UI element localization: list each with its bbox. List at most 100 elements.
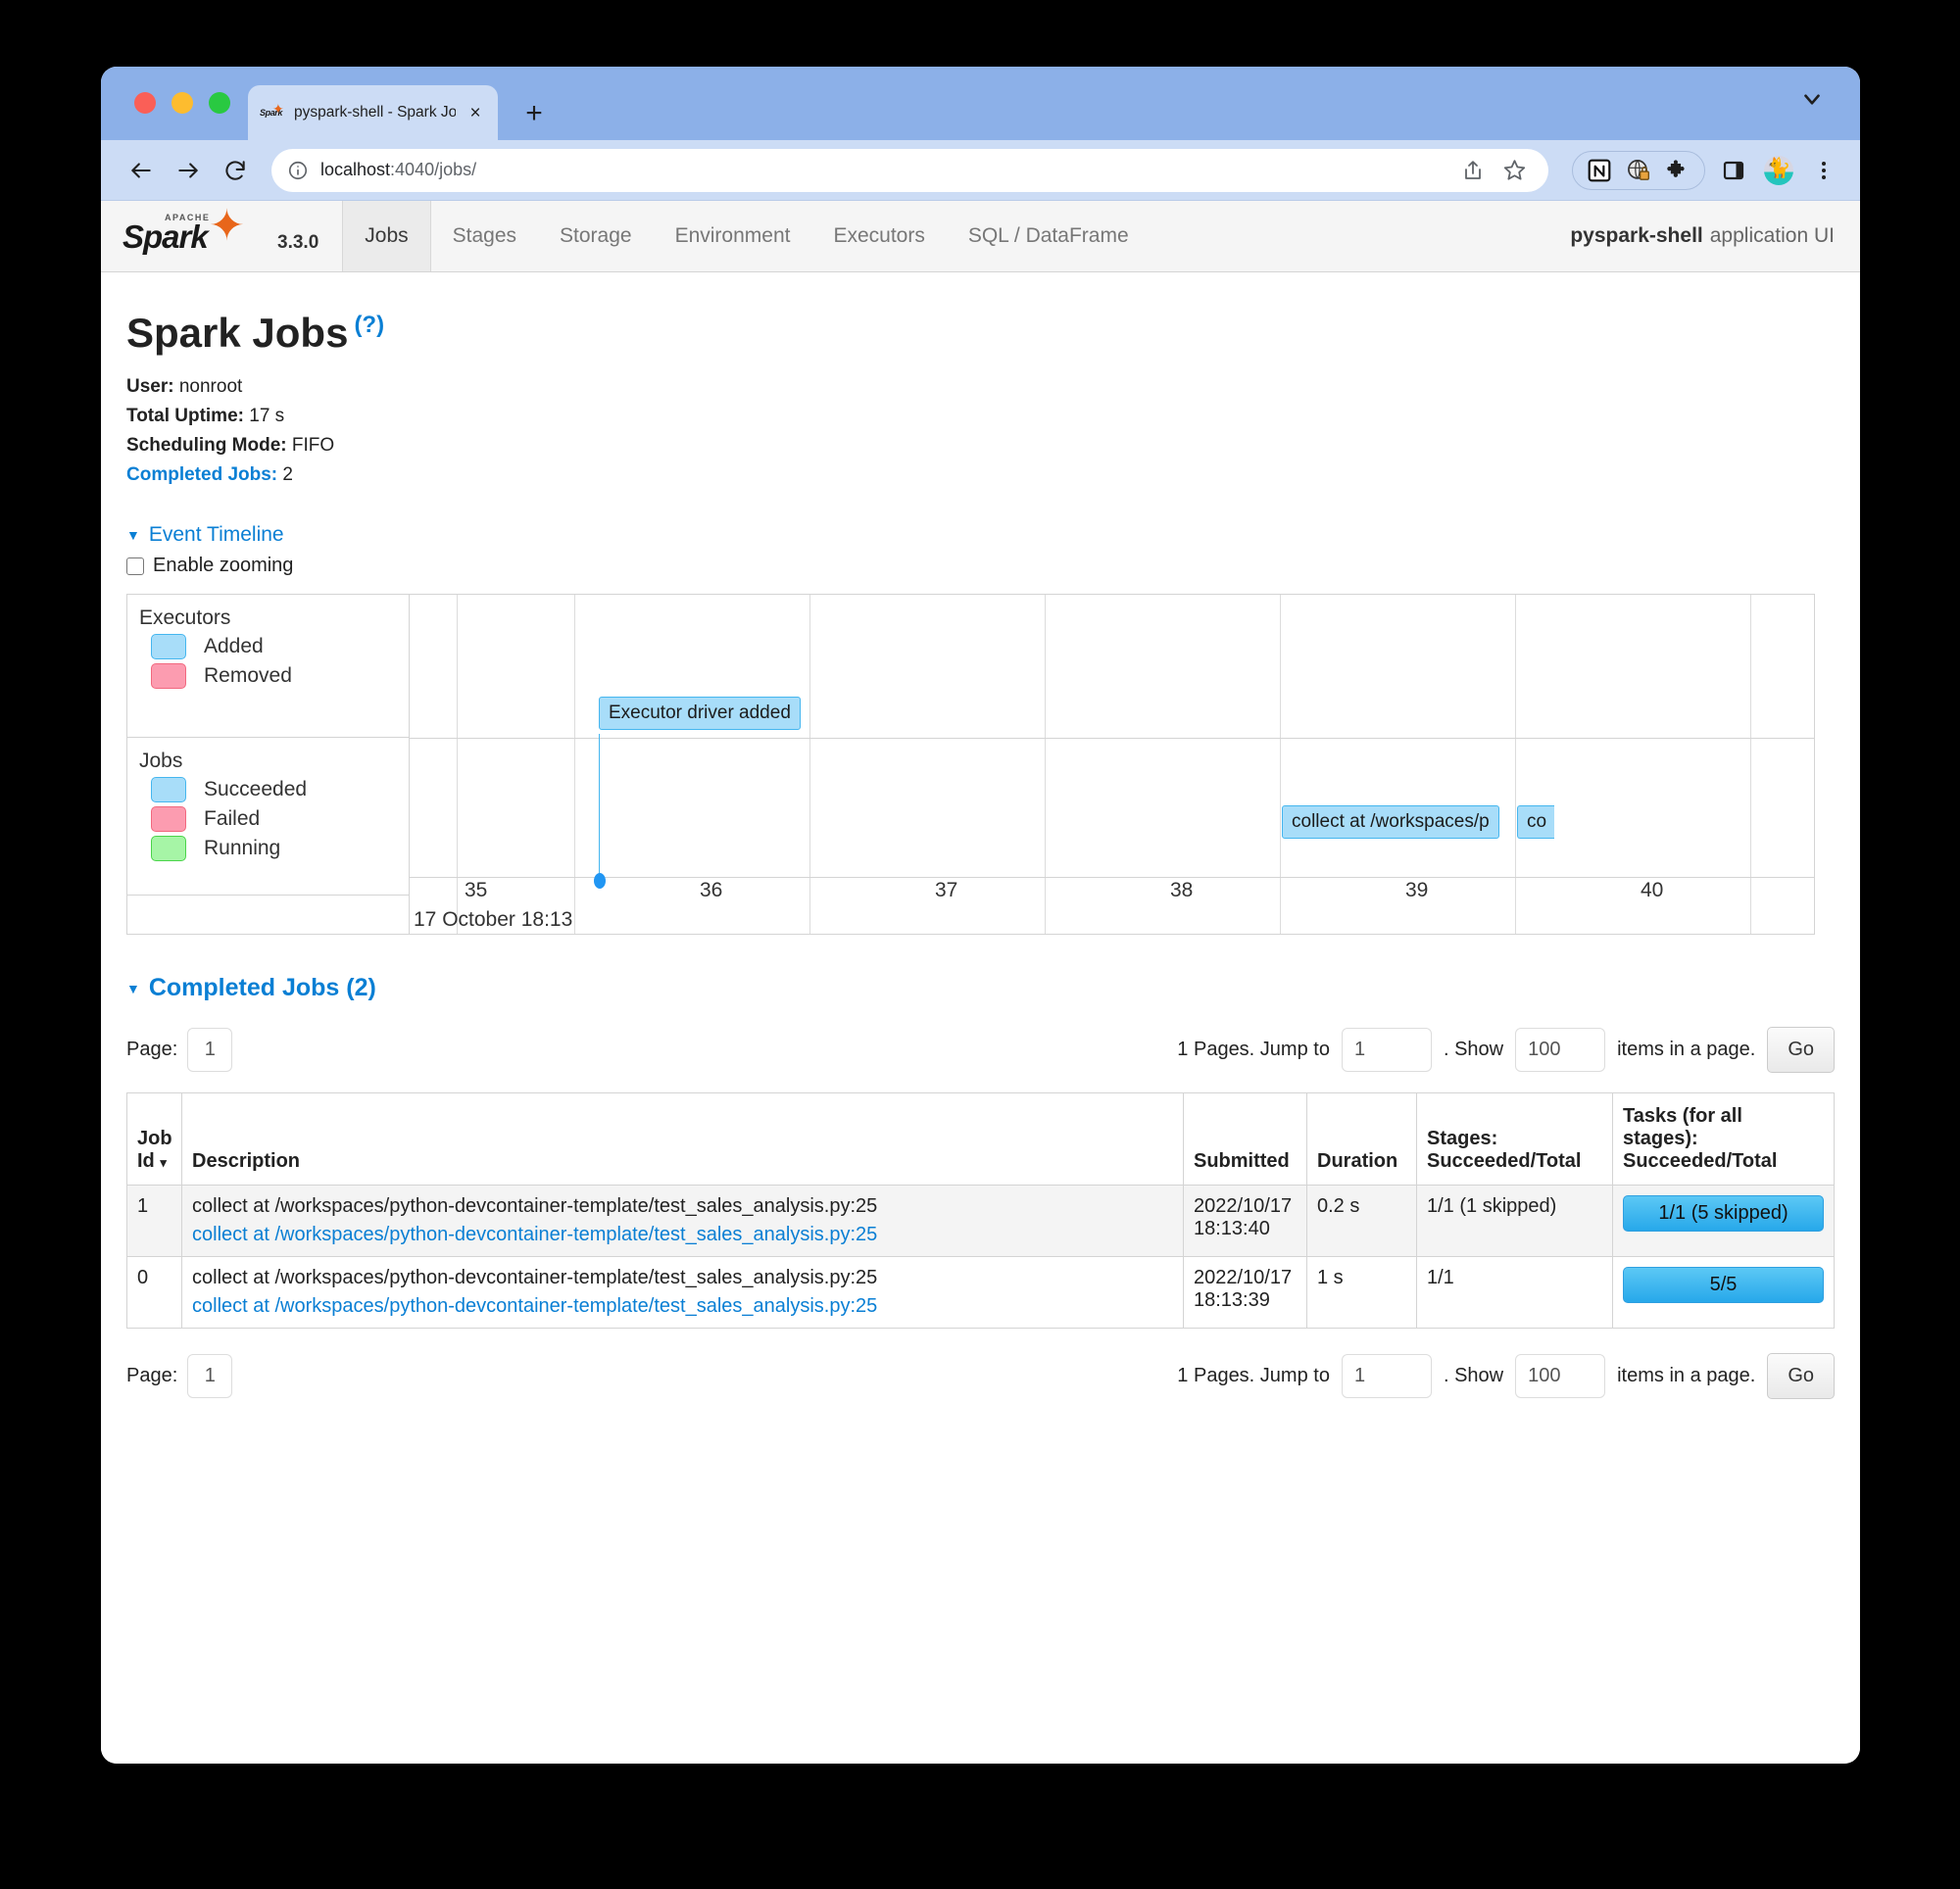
page-input-bottom[interactable]: 1 [187, 1353, 233, 1398]
stages-line1: Stages: [1427, 1128, 1498, 1150]
items-per-page-input-top[interactable]: 100 [1515, 1027, 1606, 1072]
minimize-window-button[interactable] [172, 92, 193, 114]
stages-line2: Succeeded/Total [1427, 1150, 1582, 1173]
back-button-icon[interactable] [121, 150, 162, 191]
timeline-axis-date: 17 October 18:13 [414, 908, 573, 932]
browser-tab[interactable]: Spark ✦ pyspark-shell - Spark Jobs × [248, 85, 498, 140]
enable-zooming-checkbox[interactable] [126, 557, 144, 575]
completed-jobs-toggle[interactable]: ▼ Completed Jobs (2) [126, 974, 1835, 1002]
url-host: localhost [320, 160, 391, 179]
cell-duration: 0.2 s [1306, 1185, 1417, 1258]
jump-to-input-bottom[interactable]: 1 [1341, 1353, 1432, 1398]
go-button-top[interactable]: Go [1767, 1026, 1835, 1073]
column-header-duration[interactable]: Duration [1306, 1092, 1417, 1187]
browser-toolbar: localhost:4040/jobs/ 🐈 [101, 140, 1860, 201]
share-icon[interactable] [1454, 152, 1492, 189]
cell-tasks: 1/1 (5 skipped) [1612, 1185, 1835, 1258]
description-text: collect at /workspaces/python-devcontain… [192, 1195, 878, 1218]
nav-item-stages[interactable]: Stages [431, 201, 538, 271]
notion-extension-icon[interactable] [1585, 156, 1614, 185]
chevron-down-icon[interactable] [1797, 84, 1827, 114]
extensions-puzzle-icon[interactable] [1663, 156, 1692, 185]
timeline-axis: 35 36 37 38 39 40 17 October 18:13 [410, 875, 1814, 934]
maximize-window-button[interactable] [209, 92, 230, 114]
page-label-bottom: Page: [126, 1364, 178, 1386]
spark-navbar: APACHE Spark ✦ 3.3.0 Jobs Stages Storage… [101, 201, 1860, 272]
tasks-line1: Tasks (for all [1623, 1105, 1742, 1128]
legend-swatch-failed [151, 806, 186, 833]
timeline-event-job-1[interactable]: collect at /workspaces/p [1282, 805, 1499, 840]
completed-jobs-heading: Completed Jobs (2) [148, 974, 376, 1002]
event-timeline-toggle[interactable]: ▼ Event Timeline [126, 523, 1835, 547]
column-header-tasks[interactable]: Tasks (for all stages): Succeeded/Total [1612, 1092, 1835, 1187]
cell-stages: 1/1 [1416, 1256, 1613, 1330]
jump-to-input-top[interactable]: 1 [1341, 1027, 1432, 1072]
omnibox-actions [1454, 152, 1533, 189]
enable-zooming-row[interactable]: Enable zooming [126, 555, 1835, 577]
submitted-time: 18:13:39 [1194, 1289, 1270, 1312]
column-header-description[interactable]: Description [181, 1092, 1184, 1187]
nav-item-environment[interactable]: Environment [654, 201, 812, 271]
nav-item-storage[interactable]: Storage [538, 201, 654, 271]
submitted-time: 18:13:40 [1194, 1218, 1270, 1240]
address-bar[interactable]: localhost:4040/jobs/ [271, 148, 1548, 192]
profile-avatar[interactable]: 🐈 [1762, 154, 1795, 187]
forward-button-icon[interactable] [168, 150, 209, 191]
legend-swatch-succeeded [151, 777, 186, 803]
timeline-event-job-0[interactable]: co [1517, 805, 1554, 840]
tasks-line1b: stages): [1623, 1128, 1698, 1150]
legend-label-added: Added [204, 635, 264, 658]
summary-completed-jobs: Completed Jobs: 2 [126, 460, 1835, 490]
nav-item-executors[interactable]: Executors [811, 201, 946, 271]
side-panel-icon[interactable] [1717, 154, 1750, 187]
legend-jobs-title: Jobs [139, 750, 183, 773]
timeline-tick-37: 37 [935, 879, 958, 902]
legend-swatch-added [151, 634, 186, 660]
column-header-job-id[interactable]: Job Id ▾ [126, 1092, 182, 1187]
table-row: 1 collect at /workspaces/python-devconta… [126, 1185, 1835, 1258]
column-header-stages[interactable]: Stages: Succeeded/Total [1416, 1092, 1613, 1187]
show-text-top: . Show [1443, 1038, 1504, 1060]
nav-item-sql-dataframe[interactable]: SQL / DataFrame [947, 201, 1151, 271]
column-header-submitted[interactable]: Submitted [1183, 1092, 1307, 1187]
show-text-bottom: . Show [1443, 1364, 1504, 1386]
page-content: Spark Jobs (?) User: nonroot Total Uptim… [101, 272, 1860, 1401]
summary-completed-label[interactable]: Completed Jobs: [126, 464, 277, 485]
help-link-icon[interactable]: (?) [354, 312, 384, 339]
nav-item-jobs[interactable]: Jobs [342, 201, 431, 271]
caret-down-icon: ▼ [126, 527, 140, 544]
timeline-tick-36: 36 [700, 879, 723, 902]
application-name: pyspark-shell application UI [1570, 201, 1860, 271]
page-input-top[interactable]: 1 [187, 1027, 233, 1072]
summary-user-label: User: [126, 376, 174, 397]
go-button-bottom[interactable]: Go [1767, 1352, 1835, 1399]
items-text-top: items in a page. [1617, 1038, 1756, 1060]
tasks-progress-bar: 1/1 (5 skipped) [1623, 1195, 1824, 1233]
bookmark-star-icon[interactable] [1495, 152, 1533, 189]
completed-jobs-table: Job Id ▾ Description Submitted Duration … [126, 1092, 1835, 1330]
spark-brand[interactable]: APACHE Spark ✦ 3.3.0 [122, 201, 342, 271]
reload-button-icon[interactable] [215, 150, 256, 191]
spark-wordmark: Spark [122, 218, 209, 255]
legend-item-running: Running [151, 836, 409, 862]
site-info-icon[interactable] [287, 160, 309, 181]
cell-job-id: 0 [126, 1256, 182, 1330]
description-link[interactable]: collect at /workspaces/python-devcontain… [192, 1224, 1173, 1246]
spark-star-icon: ✦ [209, 202, 245, 250]
timeline-event-marker-dot [594, 873, 606, 890]
description-link[interactable]: collect at /workspaces/python-devcontain… [192, 1295, 1173, 1318]
new-tab-button[interactable]: + [517, 97, 551, 130]
close-window-button[interactable] [134, 92, 156, 114]
close-tab-icon[interactable]: × [465, 102, 486, 123]
summary-uptime-label: Total Uptime: [126, 406, 244, 427]
timeline-lane-divider [410, 738, 1814, 740]
privacy-badger-extension-icon[interactable] [1624, 156, 1653, 185]
event-timeline-label: Event Timeline [148, 523, 284, 547]
kebab-menu-icon[interactable] [1807, 154, 1840, 187]
timeline-event-executor-added[interactable]: Executor driver added [599, 697, 801, 731]
legend-item-added: Added [151, 634, 409, 660]
summary-user: User: nonroot [126, 372, 1835, 402]
items-per-page-input-bottom[interactable]: 100 [1515, 1353, 1606, 1398]
browser-tab-title: pyspark-shell - Spark Jobs [294, 104, 456, 121]
enable-zooming-label: Enable zooming [153, 555, 294, 577]
